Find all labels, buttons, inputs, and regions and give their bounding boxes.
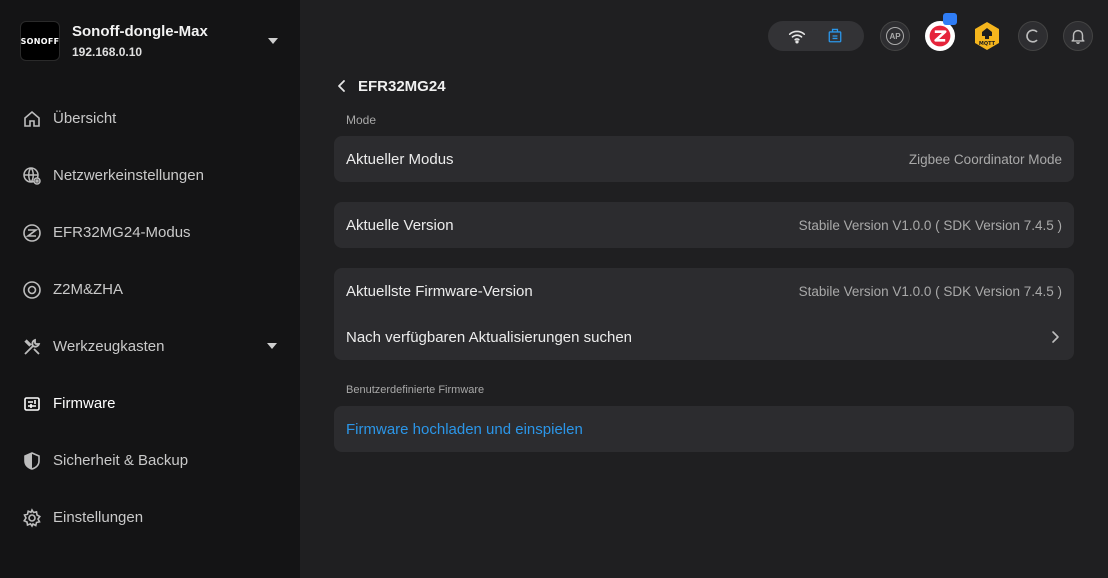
sidebar-item-efr32mg24-mode[interactable]: EFR32MG24-Modus xyxy=(0,204,300,261)
sidebar-item-label: Übersicht xyxy=(53,110,117,127)
device-selector[interactable]: SONOFF Sonoff-dongle-Max 192.168.0.10 xyxy=(20,20,282,62)
upload-firmware-row[interactable]: Firmware hochladen und einspielen xyxy=(334,406,1074,452)
upload-firmware-link[interactable]: Firmware hochladen und einspielen xyxy=(346,421,583,438)
sidebar-item-label: Einstellungen xyxy=(53,509,144,526)
sidebar-item-label: EFR32MG24-Modus xyxy=(53,224,191,241)
mqtt-icon[interactable]: MQTT xyxy=(972,21,1002,51)
sidebar-item-label: Sicherheit & Backup xyxy=(53,452,189,469)
firmware-page: EFR32MG24 Mode Aktueller Modus Zigbee Co… xyxy=(334,70,1074,452)
sidebar: SONOFF Sonoff-dongle-Max 192.168.0.10 Üb… xyxy=(0,0,300,578)
latest-firmware-card: Aktuellste Firmware-Version Stabile Vers… xyxy=(334,268,1074,360)
current-version-row: Aktuelle Version Stabile Version V1.0.0 … xyxy=(334,202,1074,248)
check-updates-label: Nach verfügbaren Aktualisierungen suchen xyxy=(346,328,633,346)
sidebar-item-toolbox[interactable]: Werkzeugkasten xyxy=(0,318,300,375)
cloud-c-icon[interactable] xyxy=(1018,21,1048,51)
target-icon xyxy=(21,279,43,301)
svg-text:MQTT: MQTT xyxy=(979,41,996,47)
custom-firmware-section-label: Benutzerdefinierte Firmware xyxy=(346,384,485,396)
chevron-down-icon[interactable] xyxy=(267,343,277,349)
gear-icon xyxy=(21,507,43,529)
app-window: SONOFF Sonoff-dongle-Max 192.168.0.10 Üb… xyxy=(0,0,1108,578)
wifi-icon xyxy=(786,25,808,47)
page-title: EFR32MG24 xyxy=(358,77,446,95)
globe-settings-icon xyxy=(21,165,43,187)
ethernet-icon xyxy=(824,25,846,47)
current-mode-card: Aktueller Modus Zigbee Coordinator Mode xyxy=(334,136,1074,182)
sidebar-item-settings[interactable]: Einstellungen xyxy=(0,489,300,546)
sidebar-item-security-backup[interactable]: Sicherheit & Backup xyxy=(0,432,300,489)
back-arrow-icon[interactable] xyxy=(334,78,350,94)
access-point-icon[interactable]: AP xyxy=(880,21,910,51)
current-mode-value: Zigbee Coordinator Mode xyxy=(908,151,1062,167)
bell-icon[interactable] xyxy=(1063,21,1093,51)
sidebar-item-z2m-zha[interactable]: Z2M&ZHA xyxy=(0,261,300,318)
router-badge-icon xyxy=(943,13,957,25)
mode-section-label: Mode xyxy=(346,113,377,127)
sidebar-nav: Übersicht Netzwerkeinstellungen EFR32MG2… xyxy=(0,90,300,546)
sidebar-item-network[interactable]: Netzwerkeinstellungen xyxy=(0,147,300,204)
current-version-value: Stabile Version V1.0.0 ( SDK Version 7.4… xyxy=(798,217,1062,233)
device-ip: 192.168.0.10 xyxy=(72,45,143,59)
sonoff-logo: SONOFF xyxy=(20,21,60,61)
sidebar-item-firmware[interactable]: Firmware xyxy=(0,375,300,432)
zigbee-icon xyxy=(21,222,43,244)
sidebar-item-label: Firmware xyxy=(53,395,116,412)
current-version-card: Aktuelle Version Stabile Version V1.0.0 … xyxy=(334,202,1074,248)
sidebar-item-label: Netzwerkeinstellungen xyxy=(53,167,204,184)
sidebar-item-label: Z2M&ZHA xyxy=(53,281,124,298)
zigbee2mqtt-icon[interactable] xyxy=(925,13,957,51)
latest-firmware-label: Aktuellste Firmware-Version xyxy=(346,282,533,300)
current-version-label: Aktuelle Version xyxy=(346,216,454,234)
home-icon xyxy=(21,108,43,130)
latest-firmware-row: Aktuellste Firmware-Version Stabile Vers… xyxy=(334,268,1074,314)
check-updates-row[interactable]: Nach verfügbaren Aktualisierungen suchen xyxy=(334,314,1074,360)
current-mode-row: Aktueller Modus Zigbee Coordinator Mode xyxy=(334,136,1074,182)
firmware-icon xyxy=(21,393,43,415)
device-name: Sonoff-dongle-Max xyxy=(72,23,208,40)
shield-icon xyxy=(21,450,43,472)
latest-firmware-value: Stabile Version V1.0.0 ( SDK Version 7.4… xyxy=(798,283,1062,299)
current-mode-label: Aktueller Modus xyxy=(346,150,454,168)
upload-firmware-card: Firmware hochladen und einspielen xyxy=(334,406,1074,452)
page-header: EFR32MG24 xyxy=(334,70,1074,102)
connection-status-pill[interactable] xyxy=(768,21,864,51)
chevron-right-icon xyxy=(1048,330,1062,344)
chevron-down-icon[interactable] xyxy=(268,38,278,44)
tools-icon xyxy=(21,336,43,358)
sidebar-item-overview[interactable]: Übersicht xyxy=(0,90,300,147)
sidebar-item-label: Werkzeugkasten xyxy=(53,338,165,355)
